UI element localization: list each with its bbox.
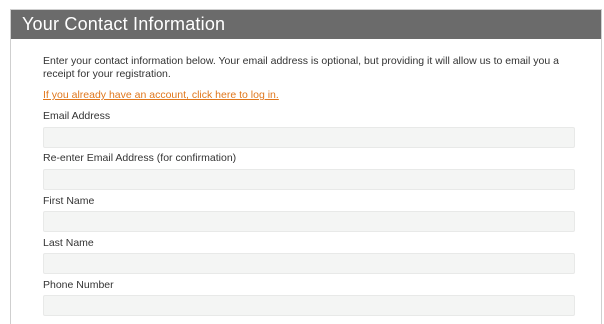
login-link[interactable]: If you already have an account, click he… (43, 89, 279, 102)
phone-number-label: Phone Number (43, 279, 114, 291)
phone-number-field[interactable] (43, 295, 575, 316)
contact-information-panel: Your Contact Information Enter your cont… (10, 9, 602, 324)
confirm-email-field[interactable] (43, 169, 575, 190)
panel-title: Your Contact Information (11, 10, 601, 39)
first-name-label: First Name (43, 195, 95, 207)
first-name-field[interactable] (43, 211, 575, 232)
email-address-field[interactable] (43, 127, 575, 148)
last-name-field[interactable] (43, 253, 575, 274)
intro-text: Enter your contact information below. Yo… (43, 55, 559, 80)
email-address-label: Email Address (43, 110, 111, 122)
last-name-label: Last Name (43, 237, 94, 249)
confirm-email-label: Re-enter Email Address (for confirmation… (43, 152, 237, 164)
